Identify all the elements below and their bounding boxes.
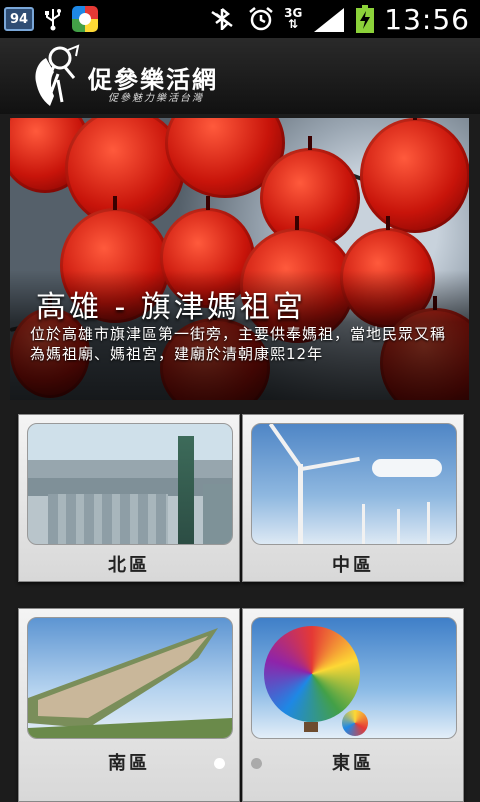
banner-title: 高雄 - 旗津媽祖宮 xyxy=(36,290,306,325)
region-card-east[interactable]: 東區 xyxy=(242,608,464,802)
region-label-east: 東區 xyxy=(332,753,374,774)
bluetooth-off-icon xyxy=(211,8,233,30)
region-label-north: 北區 xyxy=(108,555,150,576)
usb-icon xyxy=(45,9,61,31)
region-card-south[interactable]: 南區 xyxy=(18,608,240,802)
logo-icon[interactable] xyxy=(28,44,86,110)
south-region-thumbnail xyxy=(27,617,233,739)
region-card-central[interactable]: 中區 xyxy=(242,414,464,582)
clock: 13:56 xyxy=(384,2,470,36)
battery-charging-icon xyxy=(356,5,375,33)
north-region-thumbnail xyxy=(27,423,233,545)
alarm-icon xyxy=(249,7,273,31)
page-dot-2[interactable] xyxy=(251,758,262,769)
east-region-thumbnail xyxy=(251,617,457,739)
signal-icon xyxy=(314,8,345,32)
notification-count-badge: 94 xyxy=(4,7,34,31)
featured-banner[interactable]: 高雄 - 旗津媽祖宮 位於高雄市旗津區第一街旁，主要供奉媽祖，當地民眾又稱為媽祖… xyxy=(10,118,469,400)
region-grid: 北區 中區 南區 東區 xyxy=(0,402,480,802)
page-indicator xyxy=(214,758,262,769)
region-label-south: 南區 xyxy=(108,753,150,774)
app-notification-icon xyxy=(72,6,98,32)
page-dot-1[interactable] xyxy=(214,758,225,769)
banner-description: 位於高雄市旗津區第一街旁，主要供奉媽祖，當地民眾又稱為媽祖廟、媽祖宮，建廟於清朝… xyxy=(30,325,447,363)
brand-slogan: 促參魅力樂活台灣 xyxy=(108,93,204,104)
central-region-thumbnail xyxy=(251,423,457,545)
region-card-north[interactable]: 北區 xyxy=(18,414,240,582)
status-bar: 94 3G ⇅ 13:56 xyxy=(0,0,480,38)
region-label-central: 中區 xyxy=(332,555,374,576)
network-3g-icon: 3G ⇅ xyxy=(284,6,303,31)
